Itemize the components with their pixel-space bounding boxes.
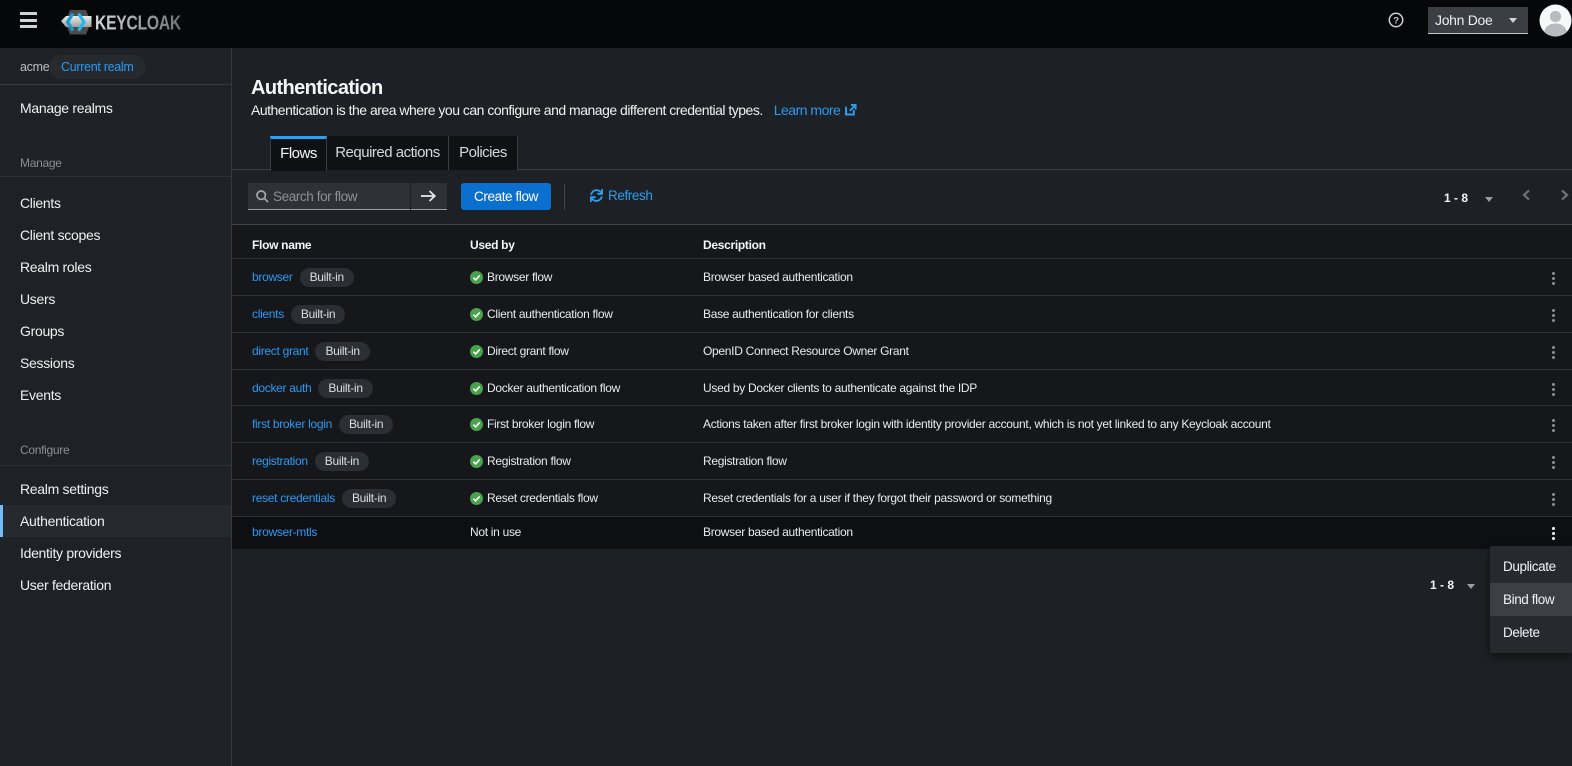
svg-text:?: ? <box>1393 15 1399 26</box>
svg-text:KEYCLOAK: KEYCLOAK <box>95 13 182 35</box>
